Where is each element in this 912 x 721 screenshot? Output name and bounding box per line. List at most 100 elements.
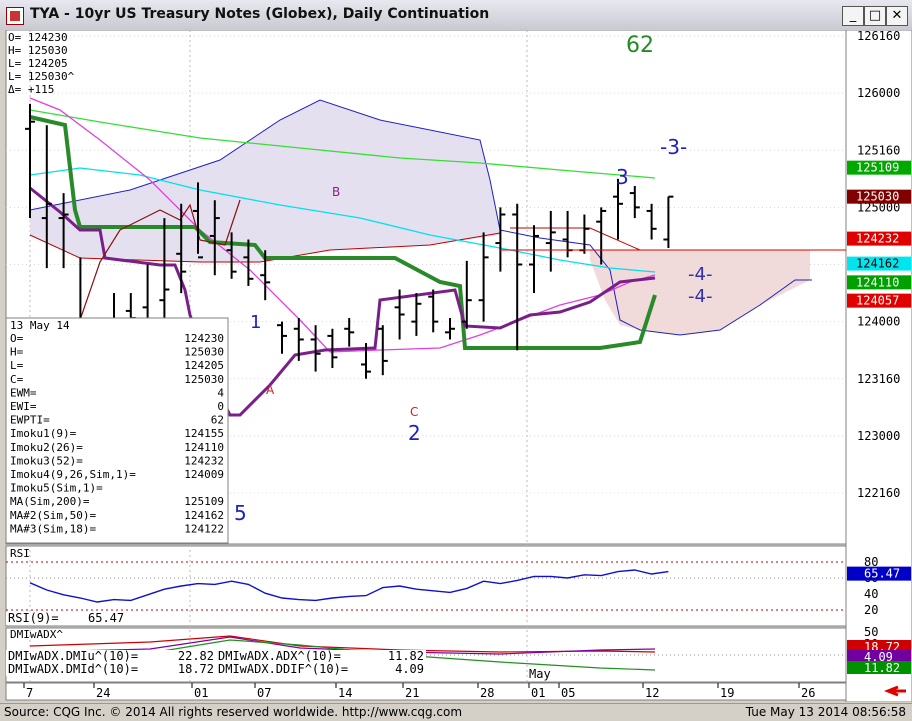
chart-window: TYA - 10yr US Treasury Notes (Globex), D… [0,0,912,721]
wave-label: C [410,405,418,419]
month-label: May [529,667,551,681]
quote-line: L= 125030^ [8,70,75,83]
date-label: 05 [561,686,575,700]
maximize-button[interactable]: □ [864,6,886,26]
info-label: Imoku1(9)= [10,427,77,440]
info-value: 125030 [184,346,224,359]
info-value: 124162 [184,509,224,522]
info-value: 125109 [184,495,224,508]
info-value: 124230 [184,332,224,345]
dmi-readout-value: 11.82 [388,649,424,663]
date-label: 21 [405,686,419,700]
info-value: 0 [217,400,224,413]
price-tick-label: 125160 [857,143,900,157]
dmi-readout-label: DMIwADX.DMIu^(10)= [8,649,138,663]
info-value: 4 [217,386,224,399]
dmi-readout-value: 22.82 [178,649,214,663]
date-label: 19 [720,686,734,700]
wave-label: 2 [408,421,421,445]
price-tick-label: 123000 [857,429,900,443]
price-tag-text: 124110 [856,275,899,289]
dmi-title: DMIwADX^ [10,628,63,641]
info-label: MA#2(Sim,50)= [10,509,96,522]
wave-label: A [266,383,275,397]
price-axis[interactable] [845,30,912,702]
info-label: L= [10,359,24,372]
price-tick-label: 126000 [857,86,900,100]
dmi-readout-label: DMIwADX.ADX^(10)= [218,649,341,663]
info-label: H= [10,346,24,359]
price-tag-text: 125109 [856,161,899,175]
date-label: 28 [480,686,494,700]
chart-area[interactable]: 62 -3- 3 1 A B C 2 5 -4--4- 126160 126000 125160 125… [0,30,912,702]
status-bar: Source: CQG Inc. © 2014 All rights reser… [0,703,912,721]
info-value: 124009 [184,468,224,481]
quote-line: O= 124230 [8,31,68,44]
info-label: EWI= [10,400,37,413]
dmi-readout-value: 18.72 [178,662,214,676]
rsi-tag-text: 65.47 [864,567,900,581]
info-label: O= [10,332,24,345]
cqg-app-icon[interactable] [6,7,24,25]
timestamp-text: Tue May 13 2014 08:56:58 [745,705,906,719]
info-label: Imoku3(52)= [10,454,83,467]
info-value: 124232 [184,454,224,467]
dmi-readout-value: 4.09 [395,662,424,676]
info-panel: 13 May 14O= 124230 H= 125030 L= 124205 C= 12503… [5,317,229,544]
price-tag-text: 124232 [856,232,899,246]
info-value: 124110 [184,441,224,454]
wave-label: 62 [626,33,654,58]
price-tag-text: 124162 [856,257,899,271]
dmi-tag-text: 11.82 [864,661,900,675]
rsi-readout-value: 65.47 [88,611,124,625]
dmi-readout-label: DMIwADX.DDIF^(10)= [218,662,348,676]
quote-line: Δ= +115 [8,83,54,96]
date-label: 01 [194,686,208,700]
info-value: 124155 [184,427,224,440]
info-value: 125030 [184,373,224,386]
wave-label: 1 [250,312,261,333]
price-tag-text: 124057 [856,294,899,308]
wave-label: -4- [688,264,712,285]
date-label: 07 [257,686,271,700]
wave-label: -4- [688,286,712,307]
info-value: 124122 [184,522,224,535]
price-tag-text: 125030 [856,190,899,204]
copyright-text: Source: CQG Inc. © 2014 All rights reser… [4,705,463,719]
date-label: 14 [338,686,352,700]
minimize-button[interactable]: _ [842,6,864,26]
rsi-readout-label: RSI(9)= [8,611,59,625]
info-label: MA#3(Sim,18)= [10,522,96,535]
quote-line: H= 125030 [8,44,68,57]
wave-label: 5 [234,501,247,525]
date-label: 26 [801,686,815,700]
info-date: 13 May 14 [10,319,70,332]
date-label: 01 [531,686,545,700]
dmi-readout-label: DMIwADX.DMId^(10)= [8,662,138,676]
info-label: MA(Sim,200)= [10,495,90,508]
wave-label: -3- [660,135,687,159]
price-tick-label: 126160 [857,30,900,43]
info-value: 62 [211,414,224,427]
info-label: C= [10,373,24,386]
wave-label: B [332,185,340,199]
info-label: EWM= [10,386,37,399]
window-title: TYA - 10yr US Treasury Notes (Globex), D… [30,6,490,22]
info-value: 124205 [184,359,224,372]
rsi-tick-label: 20 [864,603,878,617]
info-label: Imoku2(26)= [10,441,83,454]
rsi-title: RSI [10,547,30,560]
info-label: Imoku4(9,26,Sim,1)= [10,468,136,481]
info-label: Imoku5(Sim,1)= [10,482,103,495]
quote-line: L= 124205 [8,57,68,70]
wave-label: 3 [616,165,629,189]
title-bar[interactable]: TYA - 10yr US Treasury Notes (Globex), D… [0,0,912,31]
date-label: 24 [96,686,110,700]
info-label: EWPTI= [10,414,50,427]
price-tick-label: 124000 [857,315,900,329]
date-label: 12 [645,686,659,700]
close-button[interactable]: ✕ [886,6,908,26]
price-tick-label: 122160 [857,486,900,500]
price-tick-label: 123160 [857,372,900,386]
rsi-tick-label: 40 [864,587,878,601]
